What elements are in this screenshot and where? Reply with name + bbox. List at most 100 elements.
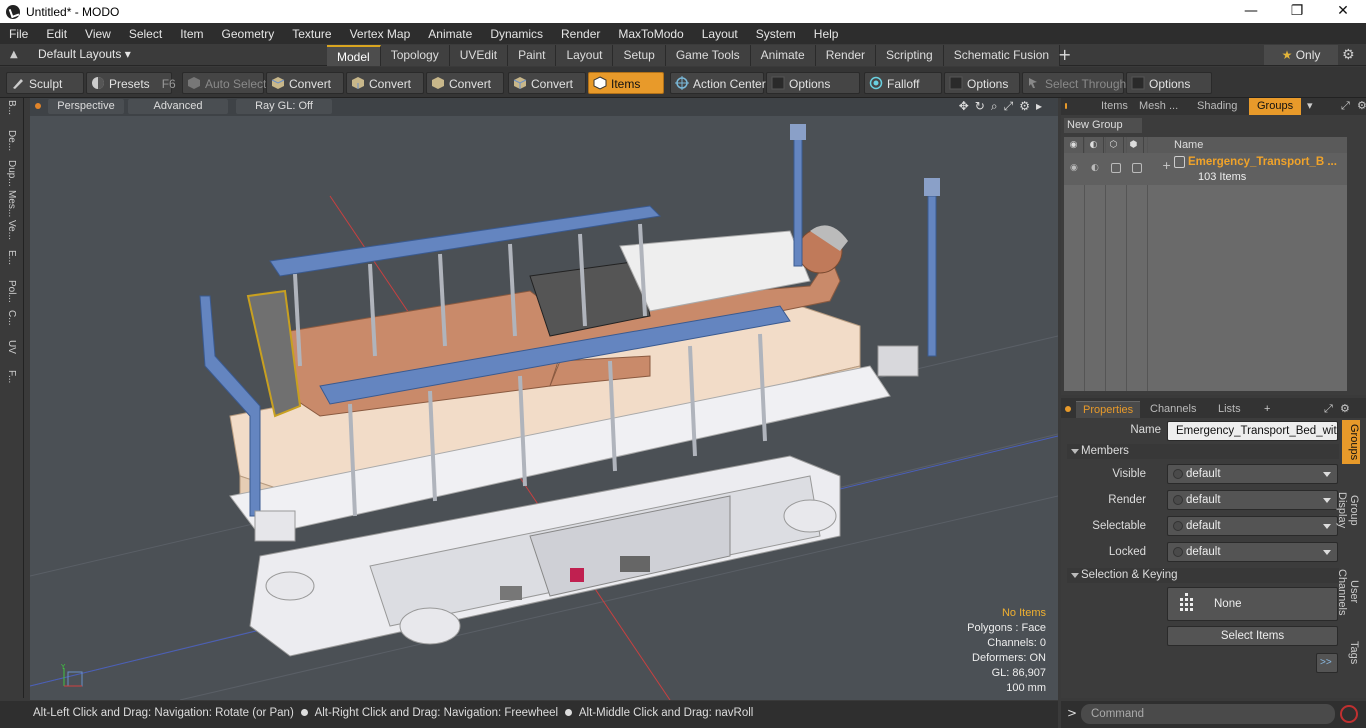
tabs-dropdown-icon[interactable]: ▾: [1299, 98, 1321, 115]
default-layouts-dropdown[interactable]: Default Layouts ▾: [38, 47, 131, 61]
menu-edit[interactable]: Edit: [37, 27, 76, 41]
tab-game-tools[interactable]: Game Tools: [665, 45, 751, 66]
selectable-dropdown[interactable]: default: [1167, 516, 1338, 536]
group-name-field[interactable]: Emergency_Transport_Bed_with_: [1167, 421, 1338, 441]
expand-more-button[interactable]: >>: [1316, 653, 1338, 673]
options-button-3[interactable]: Options: [1126, 72, 1212, 94]
viewport-menu-icon[interactable]: ▸: [1036, 99, 1042, 114]
tab-paint[interactable]: Paint: [508, 45, 557, 66]
sculpt-button[interactable]: Sculpt: [6, 72, 84, 94]
tab-topology[interactable]: Topology: [380, 45, 450, 66]
view-mode-dropdown[interactable]: Perspective: [48, 99, 124, 114]
panel-gear-icon[interactable]: ⚙: [1333, 401, 1357, 418]
minimize-button[interactable]: —: [1228, 0, 1274, 23]
menu-file[interactable]: File: [0, 27, 37, 41]
raygl-dropdown[interactable]: Ray GL: Off: [236, 99, 332, 114]
menu-item[interactable]: Item: [171, 27, 212, 41]
zoom-icon[interactable]: ⌕: [991, 99, 998, 114]
stop-icon[interactable]: [1340, 705, 1358, 723]
palette-tab-fusion[interactable]: F...: [6, 370, 17, 398]
menu-vertex-map[interactable]: Vertex Map: [341, 27, 420, 41]
locked-checkbox[interactable]: [1132, 163, 1142, 173]
tab-render[interactable]: Render: [815, 45, 877, 66]
convert-button-3[interactable]: Convert: [426, 72, 504, 94]
select-through-button[interactable]: Select Through: [1022, 72, 1126, 94]
none-selection-button[interactable]: None: [1167, 587, 1338, 621]
command-input[interactable]: Command: [1081, 704, 1335, 724]
tab-shading[interactable]: Shading: [1189, 98, 1245, 115]
visible-dropdown[interactable]: default: [1167, 464, 1338, 484]
pin-icon[interactable]: ▲: [10, 49, 20, 60]
menu-animate[interactable]: Animate: [419, 27, 481, 41]
maximize-button[interactable]: ❐: [1274, 0, 1320, 23]
group-row[interactable]: ◉ ◐ + Emergency_Transport_B ... 103 Item…: [1064, 153, 1347, 185]
items-mode-button[interactable]: Items: [588, 72, 664, 94]
tab-uvedit[interactable]: UVEdit: [449, 45, 509, 66]
tab-model[interactable]: Model: [327, 45, 381, 66]
menu-view[interactable]: View: [76, 27, 120, 41]
render-dropdown[interactable]: default: [1167, 490, 1338, 510]
menu-help[interactable]: Help: [805, 27, 848, 41]
falloff-button[interactable]: Falloff: [864, 72, 942, 94]
add-tab-button[interactable]: +: [1257, 401, 1277, 418]
palette-tab-duplicate[interactable]: Dup...: [6, 160, 17, 188]
maximize-viewport-icon[interactable]: ⤢: [1004, 99, 1014, 114]
add-layout-button[interactable]: +: [1058, 45, 1071, 64]
viewport-settings-icon[interactable]: ⚙: [1019, 99, 1030, 114]
members-section[interactable]: Members: [1067, 444, 1339, 459]
tab-setup[interactable]: Setup: [613, 45, 666, 66]
tab-channels[interactable]: Channels: [1143, 401, 1203, 418]
menu-dynamics[interactable]: Dynamics: [481, 27, 552, 41]
tab-animate[interactable]: Animate: [750, 45, 816, 66]
selectable-checkbox[interactable]: [1111, 163, 1121, 173]
shading-mode-dropdown[interactable]: Advanced: [128, 99, 228, 114]
menu-select[interactable]: Select: [120, 27, 171, 41]
options-button-1[interactable]: Options: [766, 72, 860, 94]
tab-scripting[interactable]: Scripting: [876, 45, 944, 66]
pan-icon[interactable]: ✥: [959, 99, 969, 114]
presets-button[interactable]: Presets F6: [86, 72, 176, 94]
menu-render[interactable]: Render: [552, 27, 609, 41]
side-tab-tags[interactable]: Tags: [1342, 636, 1360, 670]
menu-layout[interactable]: Layout: [693, 27, 747, 41]
palette-tab-edge[interactable]: E...: [6, 250, 17, 278]
tab-schematic-fusion[interactable]: Schematic Fusion: [943, 45, 1061, 66]
palette-tab-polygon[interactable]: Pol...: [6, 280, 17, 308]
auto-select-button[interactable]: Auto Select: [182, 72, 266, 94]
menu-texture[interactable]: Texture: [283, 27, 340, 41]
tab-lists[interactable]: Lists: [1211, 401, 1248, 418]
gear-icon[interactable]: ⚙: [1342, 47, 1355, 63]
panel-gear-icon[interactable]: ⚙: [1349, 98, 1366, 115]
select-items-button[interactable]: Select Items: [1167, 626, 1338, 646]
palette-tab-mesh-edit[interactable]: Mes...: [6, 190, 17, 218]
action-center-button[interactable]: Action Center: [670, 72, 766, 94]
side-tab-user-channels[interactable]: User Channels: [1336, 554, 1360, 630]
convert-button-2[interactable]: Convert: [346, 72, 424, 94]
rotate-icon[interactable]: ↻: [975, 99, 985, 114]
side-tab-groups[interactable]: Groups: [1342, 420, 1360, 464]
menu-maxtomodo[interactable]: MaxToModo: [609, 27, 692, 41]
tab-groups[interactable]: Groups: [1249, 98, 1302, 115]
3d-viewport[interactable]: Perspective Advanced Ray GL: Off ✥ ↻ ⌕ ⤢…: [30, 98, 1058, 700]
palette-tab-curve[interactable]: C...: [6, 310, 17, 338]
convert-button-4[interactable]: Convert: [508, 72, 586, 94]
tab-mesh[interactable]: Mesh ...: [1131, 98, 1186, 115]
name-column-header[interactable]: Name: [1144, 139, 1203, 151]
selection-keying-section[interactable]: Selection & Keying: [1067, 568, 1339, 583]
options-button-2[interactable]: Options: [944, 72, 1020, 94]
visibility-eye-icon[interactable]: ◉: [1070, 163, 1080, 173]
tab-items[interactable]: Items: [1093, 98, 1136, 115]
palette-tab-vertex[interactable]: Ve...: [6, 220, 17, 248]
palette-tab-deform[interactable]: De...: [6, 130, 17, 158]
locked-dropdown[interactable]: default: [1167, 542, 1338, 562]
menu-geometry[interactable]: Geometry: [213, 27, 284, 41]
tab-layout[interactable]: Layout: [556, 45, 614, 66]
only-toggle[interactable]: ★ Only: [1264, 45, 1338, 65]
new-group-button[interactable]: New Group: [1064, 118, 1142, 133]
expand-group-icon[interactable]: +: [1162, 159, 1171, 172]
convert-button-1[interactable]: Convert: [266, 72, 344, 94]
render-icon[interactable]: ◐: [1091, 163, 1101, 173]
menu-system[interactable]: System: [747, 27, 805, 41]
tab-properties[interactable]: Properties: [1076, 401, 1141, 418]
palette-tab-basic[interactable]: B...: [6, 100, 17, 128]
